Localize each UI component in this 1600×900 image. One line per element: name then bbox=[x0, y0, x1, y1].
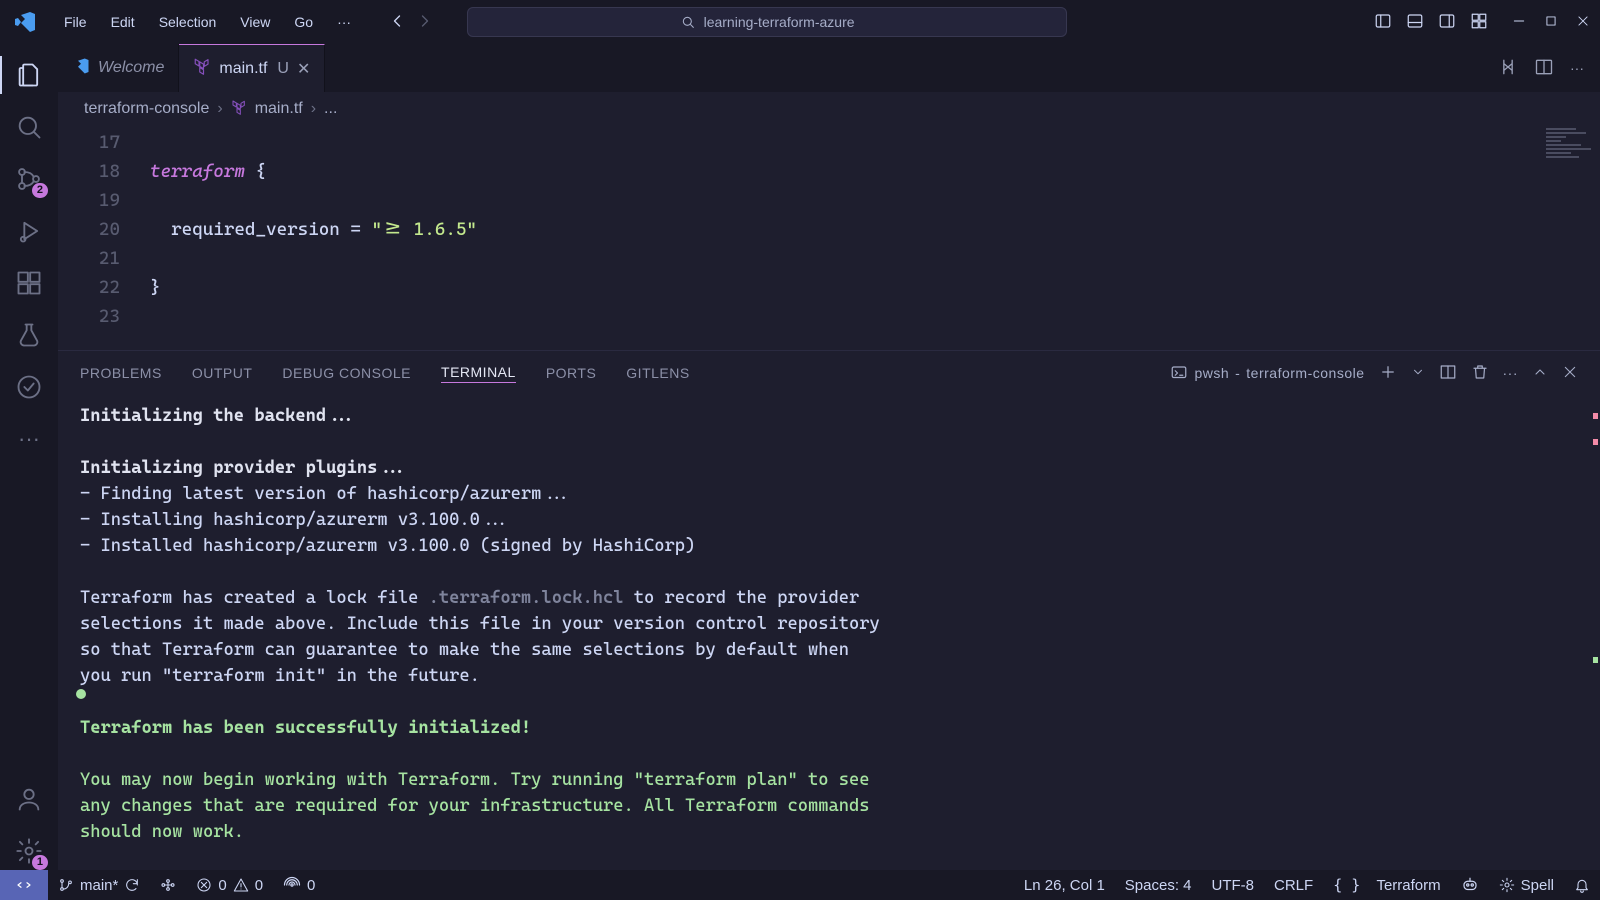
status-problems[interactable]: 0 0 bbox=[186, 877, 273, 894]
layout-right-icon[interactable] bbox=[1438, 12, 1456, 33]
status-spell[interactable]: Spell bbox=[1489, 877, 1564, 894]
panel-tab-problems[interactable]: PROBLEMS bbox=[80, 365, 162, 381]
panel-tab-ports[interactable]: PORTS bbox=[546, 365, 596, 381]
scm-badge: 2 bbox=[32, 183, 48, 198]
split-editor-icon[interactable] bbox=[1534, 57, 1554, 80]
more-icon[interactable]: ··· bbox=[1503, 365, 1519, 381]
nav-back-icon[interactable] bbox=[387, 11, 407, 34]
menu-file[interactable]: File bbox=[54, 10, 97, 34]
chevron-right-icon: › bbox=[217, 100, 222, 118]
activity-extensions-icon[interactable] bbox=[10, 264, 48, 302]
activity-debug-icon[interactable] bbox=[10, 212, 48, 250]
terraform-file-icon bbox=[193, 57, 211, 80]
bottom-panel: PROBLEMS OUTPUT DEBUG CONSOLE TERMINAL P… bbox=[58, 350, 1600, 870]
tab-main-tf[interactable]: main.tf U ✕ bbox=[179, 44, 325, 92]
status-eol[interactable]: CRLF bbox=[1264, 877, 1323, 894]
terminal-scrollbar[interactable] bbox=[1588, 395, 1598, 870]
status-language[interactable]: { } Terraform bbox=[1323, 876, 1450, 894]
menu-view[interactable]: View bbox=[230, 10, 280, 34]
tab-modified-indicator: U bbox=[277, 60, 289, 78]
layout-bottom-icon[interactable] bbox=[1406, 12, 1424, 33]
status-indent[interactable]: Spaces: 4 bbox=[1115, 877, 1202, 894]
code-editor[interactable]: 17 18 19 20 21 22 23 terraform { require… bbox=[58, 126, 1600, 350]
panel-tab-terminal[interactable]: TERMINAL bbox=[441, 364, 516, 383]
panel-tab-gitlens[interactable]: GITLENS bbox=[626, 365, 689, 381]
command-center[interactable]: learning-terraform-azure bbox=[467, 7, 1067, 37]
status-branch[interactable]: main* bbox=[48, 877, 150, 894]
status-graph-icon[interactable] bbox=[150, 877, 186, 893]
menu-overflow-icon[interactable]: ··· bbox=[327, 10, 361, 34]
kill-terminal-icon[interactable] bbox=[1471, 363, 1489, 384]
remote-indicator-icon[interactable] bbox=[0, 870, 48, 900]
maximize-panel-icon[interactable] bbox=[1532, 364, 1548, 383]
layout-customize-icon[interactable] bbox=[1470, 12, 1488, 33]
split-terminal-icon[interactable] bbox=[1439, 363, 1457, 384]
activity-search-icon[interactable] bbox=[10, 108, 48, 146]
compare-changes-icon[interactable] bbox=[1498, 57, 1518, 80]
menu-edit[interactable]: Edit bbox=[101, 10, 145, 34]
status-ports[interactable]: 0 bbox=[273, 876, 325, 894]
breadcrumbs[interactable]: terraform-console › main.tf › ... bbox=[58, 92, 1600, 126]
activity-scm-icon[interactable]: 2 bbox=[10, 160, 48, 198]
window-close-icon[interactable] bbox=[1576, 14, 1590, 31]
chevron-down-icon[interactable] bbox=[1411, 365, 1425, 382]
close-panel-icon[interactable] bbox=[1562, 364, 1578, 383]
sync-icon[interactable] bbox=[124, 877, 140, 893]
settings-badge: 1 bbox=[32, 855, 48, 870]
activity-bar: 2 ··· 1 bbox=[0, 44, 58, 870]
panel-tab-debug[interactable]: DEBUG CONSOLE bbox=[282, 365, 411, 381]
minimap[interactable] bbox=[1546, 126, 1596, 186]
status-dot-icon bbox=[76, 689, 86, 699]
vscode-logo-icon bbox=[0, 10, 50, 34]
terminal-output[interactable]: Initializing the backend... Initializing… bbox=[58, 395, 1600, 870]
activity-todo-icon[interactable] bbox=[10, 368, 48, 406]
breadcrumb-folder[interactable]: terraform-console bbox=[84, 100, 209, 118]
vscode-icon bbox=[72, 57, 90, 80]
menu-bar: File Edit Selection View Go ··· bbox=[50, 10, 361, 34]
close-icon[interactable]: ✕ bbox=[297, 59, 310, 79]
title-bar: File Edit Selection View Go ··· learning… bbox=[0, 0, 1600, 44]
status-copilot-icon[interactable] bbox=[1451, 876, 1489, 894]
tab-label: main.tf bbox=[219, 60, 267, 78]
breadcrumb-tail[interactable]: ... bbox=[324, 100, 337, 118]
new-terminal-icon[interactable] bbox=[1379, 363, 1397, 384]
window-maximize-icon[interactable] bbox=[1544, 14, 1558, 31]
tab-label: Welcome bbox=[98, 59, 164, 77]
window-minimize-icon[interactable] bbox=[1512, 14, 1526, 31]
terraform-file-icon bbox=[231, 99, 247, 120]
activity-account-icon[interactable] bbox=[10, 780, 48, 818]
chevron-right-icon: › bbox=[311, 100, 316, 118]
terminal-selector[interactable]: pwsh - terraform-console bbox=[1170, 364, 1364, 382]
layout-left-icon[interactable] bbox=[1374, 12, 1392, 33]
status-encoding[interactable]: UTF-8 bbox=[1202, 877, 1265, 894]
editor-tabs: Welcome main.tf U ✕ ··· bbox=[58, 44, 1600, 92]
panel-tab-output[interactable]: OUTPUT bbox=[192, 365, 253, 381]
menu-go[interactable]: Go bbox=[284, 10, 323, 34]
more-actions-icon[interactable]: ··· bbox=[1570, 60, 1584, 76]
nav-forward-icon[interactable] bbox=[415, 11, 435, 34]
status-bar: main* 0 0 0 Ln 26, Col 1 Spaces: 4 UTF-8… bbox=[0, 870, 1600, 900]
activity-testing-icon[interactable] bbox=[10, 316, 48, 354]
activity-overflow-icon[interactable]: ··· bbox=[10, 420, 48, 458]
nav-arrows bbox=[387, 11, 435, 34]
tab-welcome[interactable]: Welcome bbox=[58, 44, 179, 92]
title-right-controls bbox=[1374, 12, 1600, 33]
status-bell-icon[interactable] bbox=[1564, 877, 1600, 893]
activity-explorer-icon[interactable] bbox=[10, 56, 48, 94]
activity-settings-icon[interactable]: 1 bbox=[10, 832, 48, 870]
status-cursor[interactable]: Ln 26, Col 1 bbox=[1014, 877, 1115, 894]
menu-selection[interactable]: Selection bbox=[149, 10, 227, 34]
line-gutter: 17 18 19 20 21 22 23 bbox=[58, 128, 138, 331]
breadcrumb-file[interactable]: main.tf bbox=[255, 100, 303, 118]
panel-tabs: PROBLEMS OUTPUT DEBUG CONSOLE TERMINAL P… bbox=[58, 351, 1600, 395]
command-center-text: learning-terraform-azure bbox=[704, 14, 855, 30]
